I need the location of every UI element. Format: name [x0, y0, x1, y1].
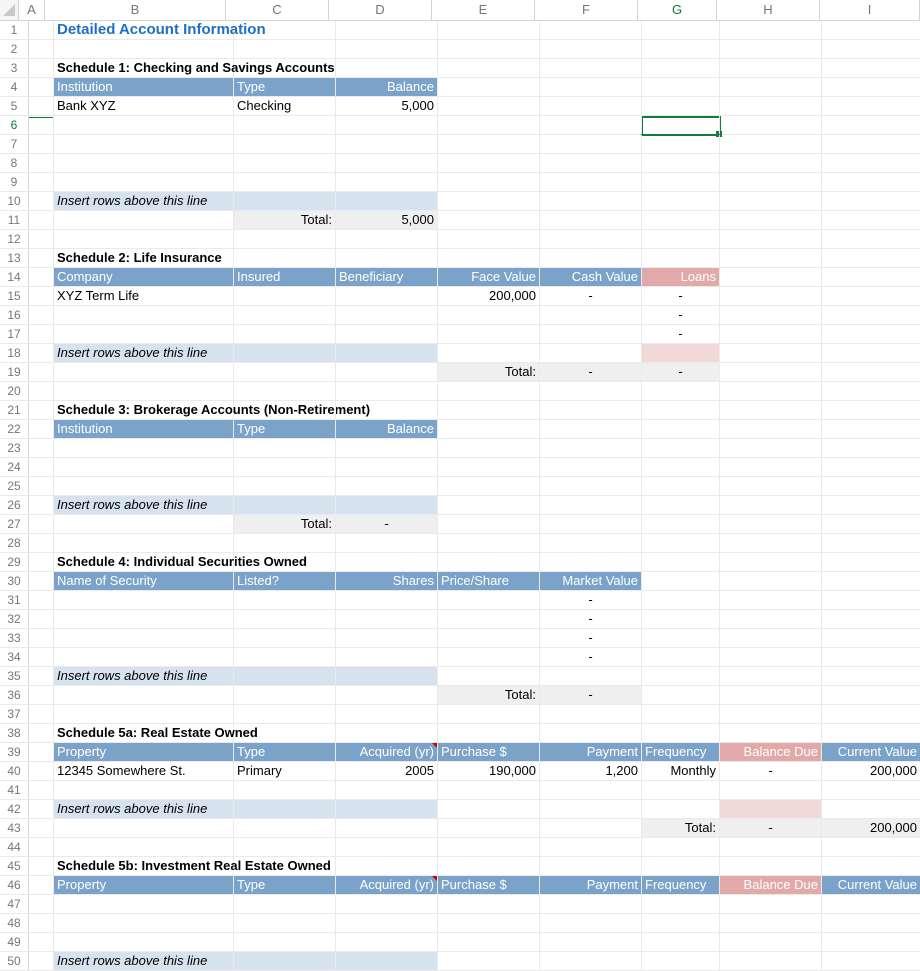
schedule2-title: Schedule 2: Life Insurance — [54, 249, 234, 267]
row-header[interactable]: 4 — [0, 78, 29, 96]
schedule1-header-institution: Institution — [54, 78, 234, 96]
note-marker-icon[interactable] — [432, 876, 437, 881]
column-headers: A B C D E F G H I — [0, 0, 920, 21]
row-header[interactable]: 25 — [0, 477, 29, 495]
schedule1-total-label: Total: — [234, 211, 336, 229]
row-header[interactable]: 13 — [0, 249, 29, 267]
schedule2-total-label: Total: — [438, 363, 540, 381]
row-header[interactable]: 24 — [0, 458, 29, 476]
spreadsheet: A B C D E F G H I 1 Detailed Account Inf… — [0, 0, 920, 971]
schedule1-balance[interactable]: 5,000 — [336, 97, 438, 115]
row-header[interactable]: 35 — [0, 667, 29, 685]
col-header-A[interactable]: A — [19, 0, 45, 20]
row-header[interactable]: 21 — [0, 401, 29, 419]
schedule2-insert: Insert rows above this line — [54, 344, 234, 362]
schedule2-header-beneficiary: Beneficiary — [336, 268, 438, 286]
row-header[interactable]: 31 — [0, 591, 29, 609]
row-header[interactable]: 28 — [0, 534, 29, 552]
page-title: Detailed Account Information — [54, 21, 234, 39]
row-header[interactable]: 30 — [0, 572, 29, 590]
row-header[interactable]: 43 — [0, 819, 29, 837]
row-header[interactable]: 7 — [0, 135, 29, 153]
row-header[interactable]: 27 — [0, 515, 29, 533]
row-header[interactable]: 17 — [0, 325, 29, 343]
col-header-I[interactable]: I — [820, 0, 920, 20]
row-header[interactable]: 8 — [0, 154, 29, 172]
schedule2-cash[interactable]: - — [540, 287, 642, 305]
schedule2-header-face: Face Value — [438, 268, 540, 286]
col-header-H[interactable]: H — [717, 0, 820, 20]
col-header-B[interactable]: B — [45, 0, 226, 20]
row-header[interactable]: 40 — [0, 762, 29, 780]
col-header-E[interactable]: E — [432, 0, 535, 20]
row-header[interactable]: 18 — [0, 344, 29, 362]
schedule2-total-loans: - — [642, 363, 720, 381]
row-header[interactable]: 20 — [0, 382, 29, 400]
schedule2-loans[interactable]: - — [642, 287, 720, 305]
row-header[interactable]: 37 — [0, 705, 29, 723]
schedule1-title: Schedule 1: Checking and Savings Account… — [54, 59, 234, 77]
row-header[interactable]: 26 — [0, 496, 29, 514]
row-header[interactable]: 3 — [0, 59, 29, 77]
row-header[interactable]: 41 — [0, 781, 29, 799]
schedule3-title: Schedule 3: Brokerage Accounts (Non-Reti… — [54, 401, 234, 419]
row-header[interactable]: 45 — [0, 857, 29, 875]
row-header[interactable]: 9 — [0, 173, 29, 191]
row-header[interactable]: 44 — [0, 838, 29, 856]
row-header[interactable]: 48 — [0, 914, 29, 932]
row-header[interactable]: 15 — [0, 287, 29, 305]
row-header[interactable]: 50 — [0, 952, 29, 970]
schedule2-total-cash: - — [540, 363, 642, 381]
schedule2-company[interactable]: XYZ Term Life — [54, 287, 234, 305]
schedule2-header-company: Company — [54, 268, 234, 286]
grid[interactable]: 1 Detailed Account Information 2 3 Sched… — [0, 21, 920, 971]
schedule1-total-value: 5,000 — [336, 211, 438, 229]
row-header[interactable]: 34 — [0, 648, 29, 666]
select-all-icon — [3, 4, 15, 16]
row-header[interactable]: 32 — [0, 610, 29, 628]
col-header-F[interactable]: F — [535, 0, 638, 20]
note-marker-icon[interactable] — [432, 743, 437, 748]
row-header[interactable]: 1 — [0, 21, 29, 39]
col-header-D[interactable]: D — [329, 0, 432, 20]
row-header[interactable]: 11 — [0, 211, 29, 229]
row-header[interactable]: 19 — [0, 363, 29, 381]
row-header[interactable]: 12 — [0, 230, 29, 248]
row-header[interactable]: 39 — [0, 743, 29, 761]
schedule2-header-loans: Loans — [642, 268, 720, 286]
row-header[interactable]: 42 — [0, 800, 29, 818]
row-header[interactable]: 16 — [0, 306, 29, 324]
row-header[interactable]: 2 — [0, 40, 29, 58]
select-all-corner[interactable] — [0, 0, 19, 20]
row-header[interactable]: 22 — [0, 420, 29, 438]
row-header[interactable]: 14 — [0, 268, 29, 286]
schedule2-header-insured: Insured — [234, 268, 336, 286]
schedule1-header-balance: Balance — [336, 78, 438, 96]
row-header[interactable]: 38 — [0, 724, 29, 742]
schedule2-face[interactable]: 200,000 — [438, 287, 540, 305]
col-header-G[interactable]: G — [638, 0, 717, 20]
col-header-C[interactable]: C — [226, 0, 329, 20]
row-header[interactable]: 10 — [0, 192, 29, 210]
row-header[interactable]: 6 — [0, 116, 29, 134]
row-header[interactable]: 23 — [0, 439, 29, 457]
schedule1-institution[interactable]: Bank XYZ — [54, 97, 234, 115]
row-header[interactable]: 46 — [0, 876, 29, 894]
row-header[interactable]: 5 — [0, 97, 29, 115]
row-header[interactable]: 29 — [0, 553, 29, 571]
schedule1-type[interactable]: Checking — [234, 97, 336, 115]
row-header[interactable]: 36 — [0, 686, 29, 704]
schedule1-header-type: Type — [234, 78, 336, 96]
row-header[interactable]: 49 — [0, 933, 29, 951]
row-header[interactable]: 47 — [0, 895, 29, 913]
schedule2-header-cash: Cash Value — [540, 268, 642, 286]
row-header[interactable]: 33 — [0, 629, 29, 647]
schedule1-insert: Insert rows above this line — [54, 192, 234, 210]
